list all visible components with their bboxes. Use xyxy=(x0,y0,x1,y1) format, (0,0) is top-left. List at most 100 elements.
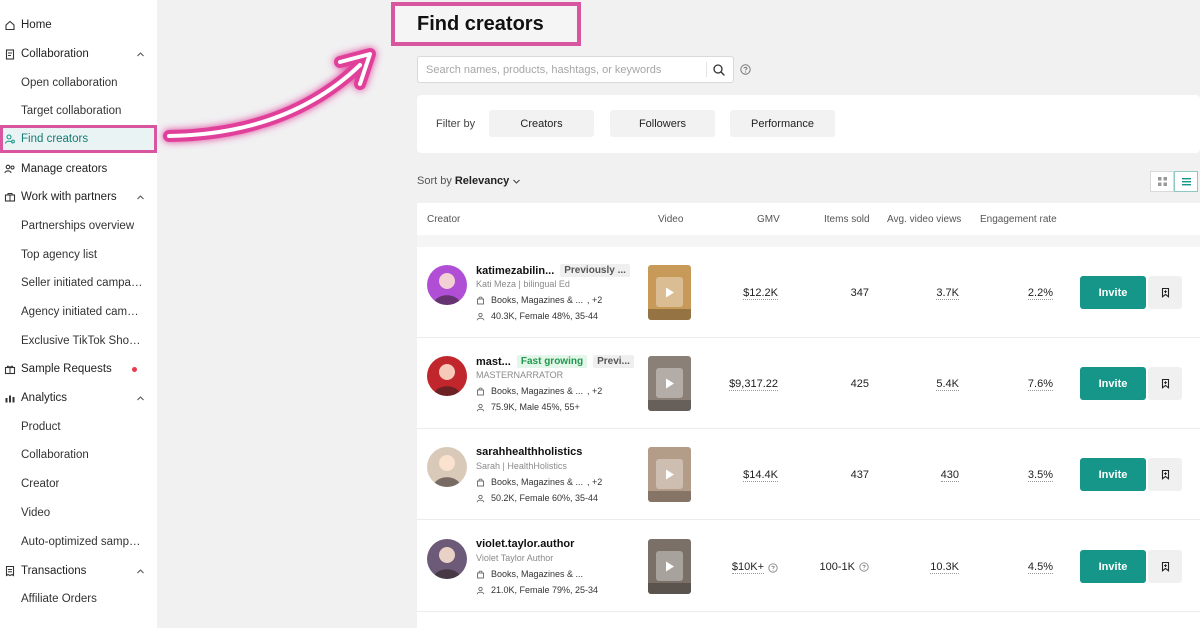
audience-text: 21.0K, Female 79%, 25-34 xyxy=(491,585,599,595)
avatar[interactable] xyxy=(427,539,467,579)
creator-audience: 75.9K, Male 45%, 55+ xyxy=(476,402,580,412)
filter-performance-button[interactable]: Performance xyxy=(730,110,835,137)
avg-views-value: 430 xyxy=(940,469,959,482)
grid-view-button[interactable] xyxy=(1150,171,1174,192)
sidebar-item-top-agency-list[interactable]: Top agency list xyxy=(0,241,157,269)
sidebar-item-collaboration[interactable]: Collaboration xyxy=(0,40,157,68)
sidebar-item-analytics[interactable]: Analytics xyxy=(0,384,157,412)
bookmark-button[interactable] xyxy=(1148,458,1182,491)
creator-name[interactable]: sarahhealthholistics xyxy=(476,446,582,458)
play-icon xyxy=(666,469,674,480)
sidebar-item-label: Collaboration xyxy=(21,48,89,60)
creator-name-row: katimezabilin... Previously ... xyxy=(476,264,630,277)
sidebar-item-find-creators[interactable]: Find creators xyxy=(0,125,157,153)
bookmark-button[interactable] xyxy=(1148,550,1182,583)
sidebar-item-label: Manage creators xyxy=(21,163,108,175)
table-row[interactable]: mast... Fast growing Previ... MASTERNARRATO… xyxy=(417,338,1200,429)
sort-dropdown[interactable]: Sort by Relevancy xyxy=(417,175,521,187)
sidebar-item-collaboration[interactable]: Collaboration xyxy=(0,441,157,469)
invite-button[interactable]: Invite xyxy=(1080,458,1146,491)
sidebar-item-label: Collaboration xyxy=(21,449,89,461)
sidebar-item-label: Home xyxy=(21,19,52,31)
page-title: Find creators xyxy=(417,12,544,35)
sidebar-item-product[interactable]: Product xyxy=(0,413,157,441)
avatar[interactable] xyxy=(427,356,467,396)
video-thumbnail[interactable] xyxy=(648,447,691,502)
creator-audience: 50.2K, Female 60%, 35-44 xyxy=(476,493,598,503)
sidebar-item-label: Product xyxy=(21,421,61,433)
sidebar-item-partnerships-overview[interactable]: Partnerships overview xyxy=(0,212,157,240)
category-extra: , +2 xyxy=(587,295,603,305)
sidebar-item-sample-requests[interactable]: Sample Requests xyxy=(0,355,157,383)
creator-audience: 40.3K, Female 48%, 35-44 xyxy=(476,311,598,321)
gmv-value: $12.2K xyxy=(743,287,778,300)
creator-name[interactable]: violet.taylor.author xyxy=(476,538,574,550)
creator-name[interactable]: mast... xyxy=(476,356,511,368)
help-icon[interactable] xyxy=(740,64,751,75)
invite-button[interactable]: Invite xyxy=(1080,276,1146,309)
category-bag-icon xyxy=(477,570,484,578)
sidebar-item-label: Transactions xyxy=(21,565,87,577)
sidebar-item-affiliate-orders[interactable]: Affiliate Orders xyxy=(0,585,157,613)
sidebar: Home Collaboration Open collaboration Targe… xyxy=(0,0,157,628)
table-header-gap xyxy=(417,235,1200,247)
sidebar-item-auto-optimized-samples[interactable]: Auto-optimized samples xyxy=(0,528,157,556)
creator-handle: MASTERNARRATOR xyxy=(476,370,564,380)
audience-text: 50.2K, Female 60%, 35-44 xyxy=(491,493,599,503)
avg-views-value: 3.7K xyxy=(936,287,959,300)
column-gmv: GMV xyxy=(757,214,780,225)
sidebar-item-agency-initiated-campaigns[interactable]: Agency initiated campaigns xyxy=(0,298,157,326)
chevron-up-icon[interactable] xyxy=(136,567,145,576)
sidebar-item-work-with-partners[interactable]: Work with partners xyxy=(0,183,157,211)
table-row[interactable]: sarahhealthholistics Sarah | HealthHolist… xyxy=(417,429,1200,520)
chevron-up-icon[interactable] xyxy=(136,394,145,403)
creator-badge: Fast growing xyxy=(516,355,588,368)
chevron-up-icon[interactable] xyxy=(136,193,145,202)
search-icon[interactable] xyxy=(712,63,726,77)
creator-categories: Books, Magazines & ..., +2 xyxy=(476,295,602,305)
avg-views-value: 10.3K xyxy=(930,561,959,574)
list-view-button[interactable] xyxy=(1174,171,1198,192)
filter-creators-button[interactable]: Creators xyxy=(489,110,594,137)
sidebar-item-manage-creators[interactable]: Manage creators xyxy=(0,155,157,183)
sidebar-item-video[interactable]: Video xyxy=(0,499,157,527)
home-icon xyxy=(4,19,16,31)
sidebar-item-transactions[interactable]: Transactions xyxy=(0,557,157,585)
search-divider xyxy=(706,62,707,77)
sidebar-item-creator[interactable]: Creator xyxy=(0,470,157,498)
sidebar-item-exclusive-tiktok-shop-creators[interactable]: Exclusive TikTok Shop creators xyxy=(0,327,157,355)
audience-icon xyxy=(476,403,485,411)
video-thumbnail[interactable] xyxy=(648,539,691,594)
sort-value: Relevancy xyxy=(454,175,510,187)
invite-button[interactable]: Invite xyxy=(1080,550,1146,583)
info-icon[interactable] xyxy=(859,562,869,572)
list-icon xyxy=(1181,178,1191,186)
sidebar-item-seller-initiated-campaigns[interactable]: Seller initiated campaigns xyxy=(0,269,157,297)
invite-button[interactable]: Invite xyxy=(1080,367,1146,400)
handshake-icon xyxy=(4,191,16,203)
bookmark-button[interactable] xyxy=(1148,276,1182,309)
avatar[interactable] xyxy=(427,265,467,305)
table-row[interactable]: katimezabilin... Previously ... Kati Meza … xyxy=(417,247,1200,338)
items-sold-value: 100-1K xyxy=(797,561,869,573)
bar-chart-icon xyxy=(4,392,16,404)
filter-followers-button[interactable]: Followers xyxy=(610,110,715,137)
bookmark-button[interactable] xyxy=(1148,367,1182,400)
sidebar-item-open-collaboration[interactable]: Open collaboration xyxy=(0,69,157,97)
audience-icon xyxy=(476,586,485,594)
video-thumbnail[interactable] xyxy=(648,356,691,411)
creator-name-row: violet.taylor.author xyxy=(476,538,574,550)
sidebar-item-home[interactable]: Home xyxy=(0,11,157,39)
search-input[interactable] xyxy=(426,57,706,82)
chevron-up-icon[interactable] xyxy=(136,50,145,59)
avatar[interactable] xyxy=(427,447,467,487)
sidebar-item-target-collaboration[interactable]: Target collaboration xyxy=(0,97,157,125)
info-icon[interactable] xyxy=(768,562,778,573)
bookmark-icon xyxy=(1161,469,1169,480)
creator-name[interactable]: katimezabilin... xyxy=(476,265,554,277)
table-row[interactable]: violet.taylor.author Violet Taylor Author… xyxy=(417,521,1200,612)
video-thumbnail[interactable] xyxy=(648,265,691,320)
creator-audience: 21.0K, Female 79%, 25-34 xyxy=(476,585,598,595)
table-header: Creator Video GMV Items sold Avg. video … xyxy=(417,203,1200,235)
sidebar-item-label: Find creators xyxy=(21,133,89,145)
